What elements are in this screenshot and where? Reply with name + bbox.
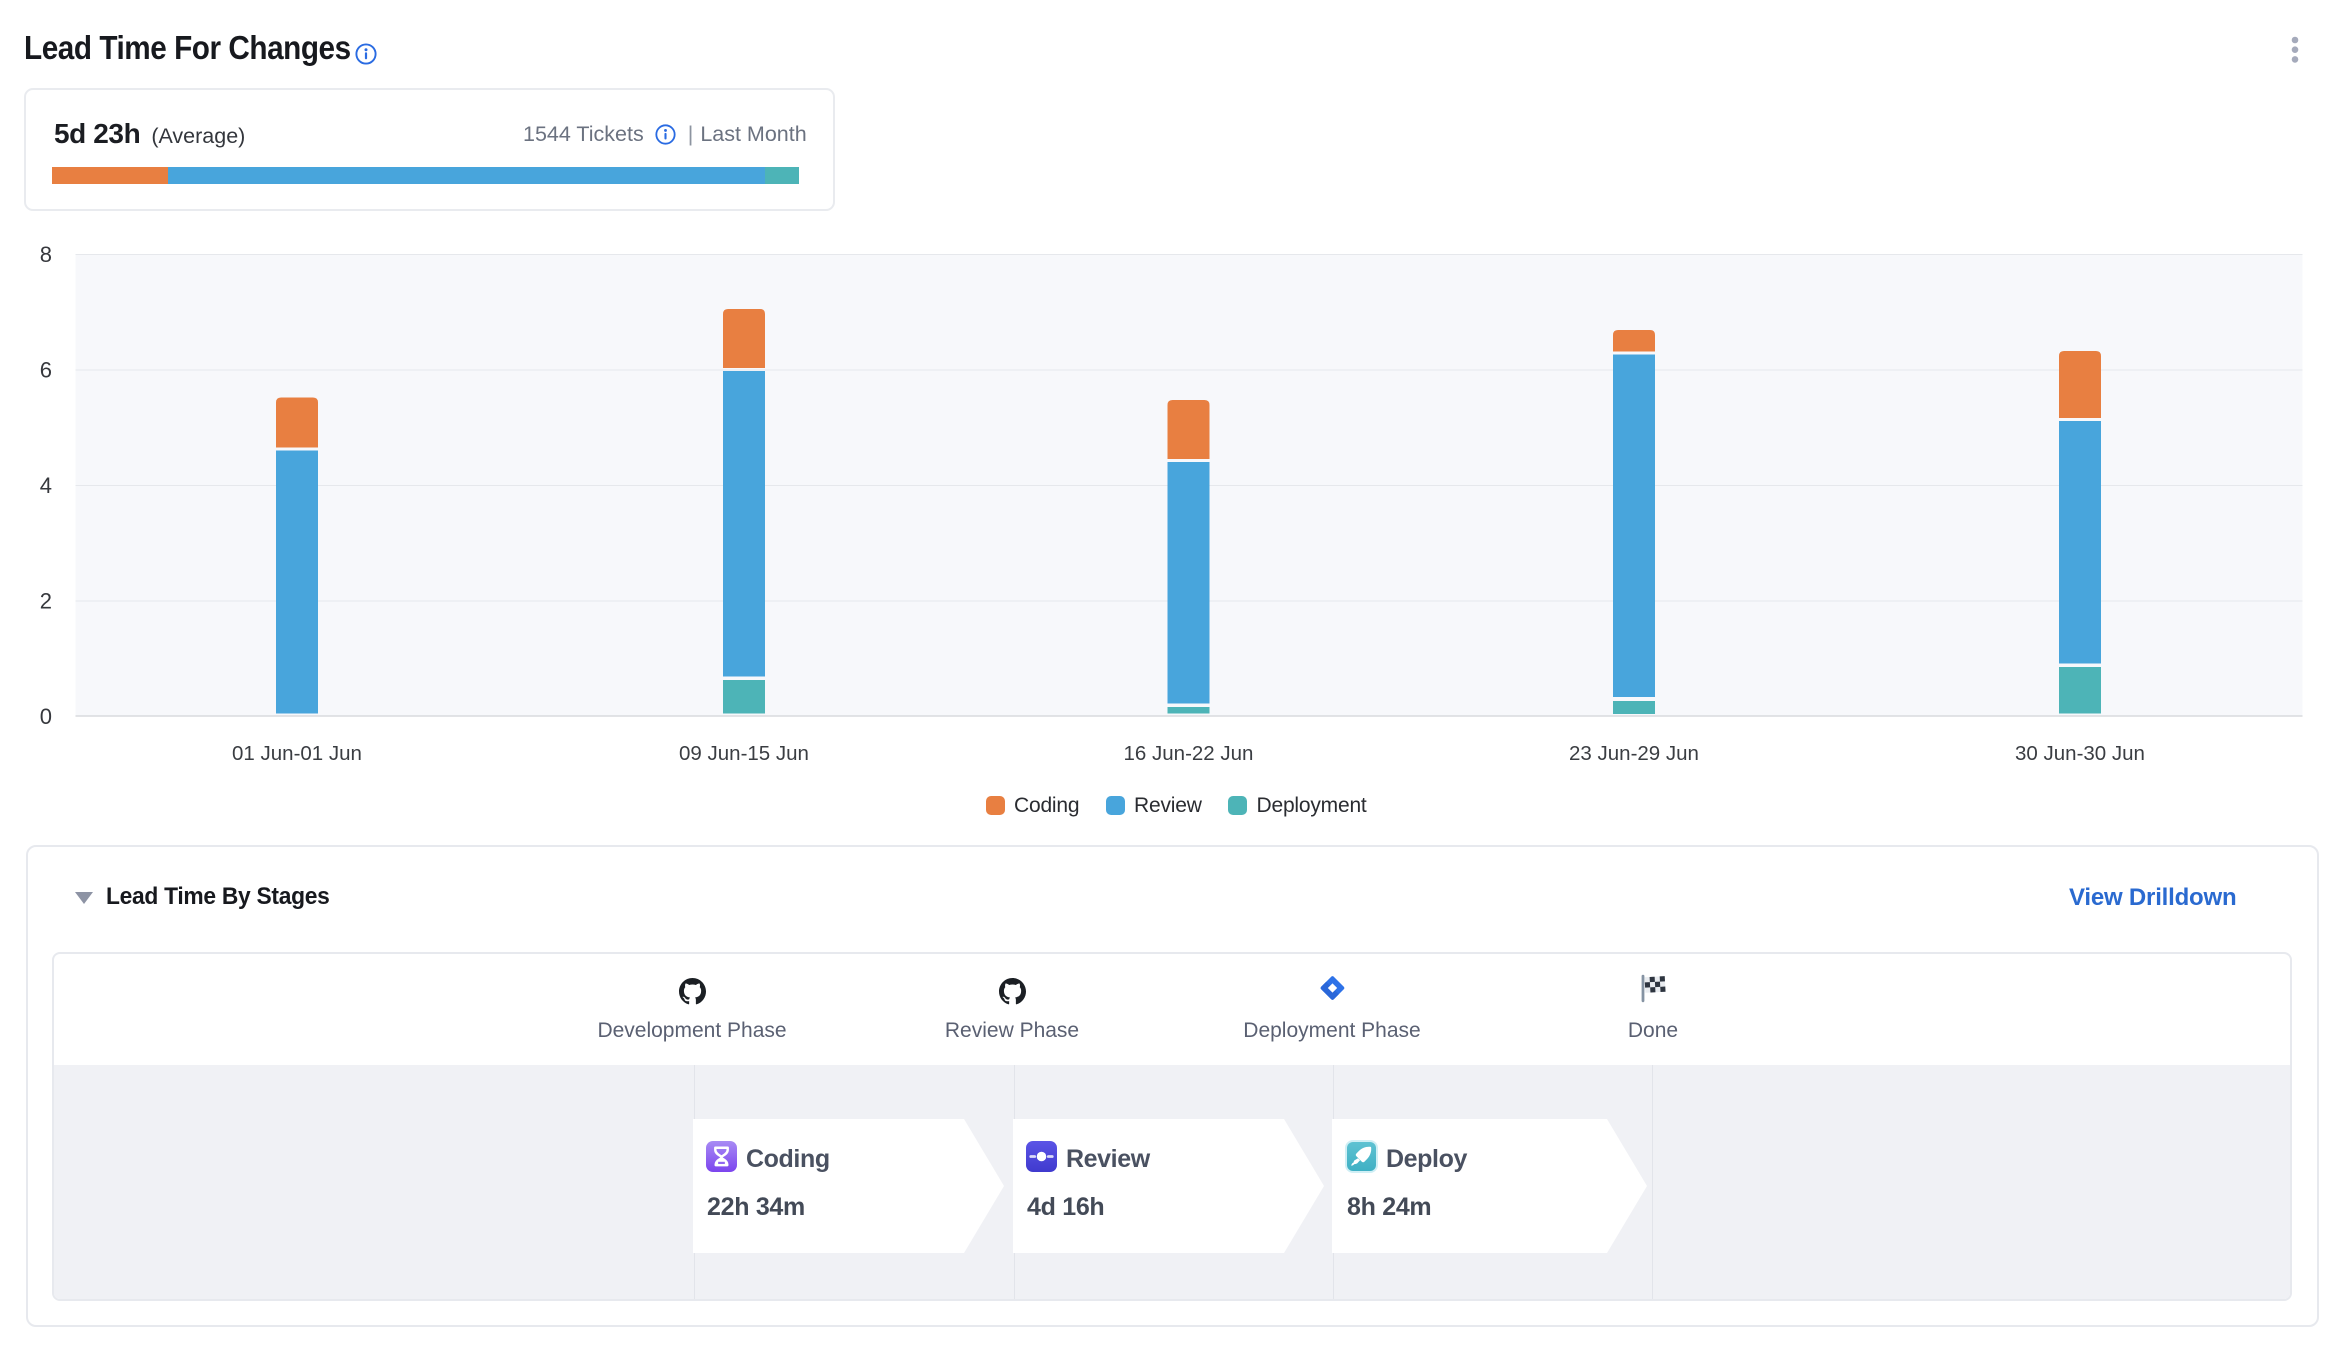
svg-text:01 Jun-01 Jun: 01 Jun-01 Jun (232, 742, 362, 765)
svg-text:16 Jun-22 Jun: 16 Jun-22 Jun (1124, 742, 1254, 765)
svg-text:6: 6 (40, 358, 52, 383)
svg-text:23 Jun-29 Jun: 23 Jun-29 Jun (1569, 742, 1699, 765)
svg-text:8: 8 (40, 242, 52, 267)
svg-text:0: 0 (40, 704, 52, 729)
svg-text:2: 2 (40, 589, 52, 614)
svg-text:09 Jun-15 Jun: 09 Jun-15 Jun (679, 742, 809, 765)
svg-text:4: 4 (40, 473, 52, 498)
svg-text:30 Jun-30 Jun: 30 Jun-30 Jun (2015, 742, 2145, 765)
